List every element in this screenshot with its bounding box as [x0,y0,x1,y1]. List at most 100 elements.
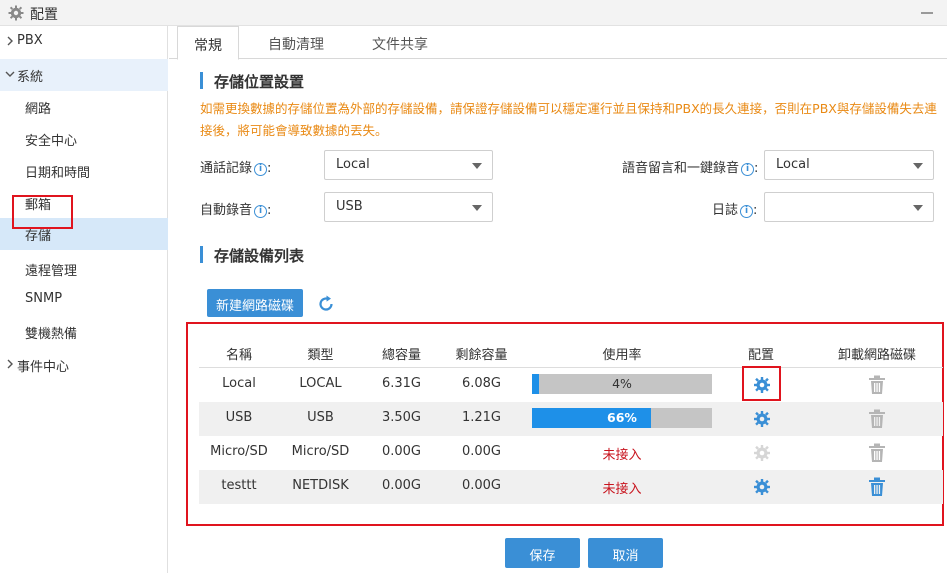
caret-down-icon [472,205,482,211]
chevron-right-icon [7,359,13,369]
sidebar-item-storage[interactable]: 存儲 [0,218,168,250]
usage-bar: 4% [532,374,712,394]
cancel-button[interactable]: 取消 [588,538,663,568]
sidebar-item-label: 日期和時間 [25,166,91,181]
info-icon[interactable]: i [741,163,755,176]
field-label: 語音留言和一鍵錄音 [622,161,740,176]
config-gear-icon[interactable] [753,478,771,496]
config-gear-icon[interactable] [753,376,771,394]
form-label-log: 日誌 i: [712,203,758,218]
sidebar-item-network[interactable]: 網路 [0,91,168,123]
sidebar-item-ha[interactable]: 雙機熱備 [0,316,168,348]
column-header-free: 剩餘容量 [455,348,508,363]
gear-icon [8,5,24,21]
add-network-disk-button[interactable]: 新建網路磁碟 [207,289,303,317]
table-row: USB USB 3.50G 1.21G 66% [199,402,943,436]
cell-type: LOCAL [299,376,342,391]
sidebar-item-label: PBX [17,33,43,48]
sidebar-item-label: 郵箱 [25,198,52,213]
tab-auto-cleanup[interactable]: 自動清理 [251,26,341,59]
info-icon[interactable]: i [254,163,268,176]
select-value: Local [776,157,810,172]
table-row: testtt NETDISK 0.00G 0.00G 未接入 [199,470,943,504]
cell-name: Micro/SD [210,444,268,459]
field-label: 自動錄音 [200,203,253,218]
caret-down-icon [913,163,923,169]
sidebar-item-mailbox[interactable]: 郵箱 [0,187,168,219]
cell-free: 1.21G [461,410,502,425]
column-header-name: 名稱 [225,348,252,363]
sidebar-item-datetime[interactable]: 日期和時間 [0,155,168,187]
config-gear-icon[interactable] [753,410,771,428]
sidebar: PBX 系統 網路 安全中心 日期和時間 郵箱 存儲 遠程管理 SNMP 雙機熱… [0,26,168,573]
call-records-select[interactable]: Local [324,150,493,180]
sidebar-item-remote[interactable]: 遠程管理 [0,253,168,285]
status-not-connected: 未接入 [602,482,642,497]
cell-name: Local [222,376,256,391]
minimize-button[interactable] [921,12,933,14]
chevron-down-icon [5,71,15,77]
sidebar-item-event-center[interactable]: 事件中心 [0,349,168,381]
config-gear-icon [754,445,770,461]
sidebar-item-label: 安全中心 [25,134,78,149]
window-title: 配置 [30,7,58,23]
tab-bar: 常規 自動清理 文件共享 [169,26,947,60]
cell-total: 6.31G [381,376,422,391]
table-row: Local LOCAL 6.31G 6.08G 4% [199,368,943,402]
sidebar-item-label: 存儲 [25,229,52,244]
unmount-trash-icon[interactable] [868,477,886,497]
column-header-usage: 使用率 [602,348,642,363]
cell-total: 0.00G [381,444,422,459]
table-header: 名稱 類型 總容量 剩餘容量 使用率 配置 卸載網路磁碟 [199,336,943,368]
cell-total: 3.50G [381,410,422,425]
auto-record-select[interactable]: USB [324,192,493,222]
cell-name: USB [225,410,253,425]
cell-free: 6.08G [461,376,502,391]
sidebar-item-snmp[interactable]: SNMP [0,284,168,316]
section-title-device-list: 存儲設備列表 [200,245,304,266]
tab-file-share[interactable]: 文件共享 [355,26,445,59]
caret-down-icon [472,163,482,169]
column-header-total: 總容量 [381,348,421,363]
usage-bar: 66% [532,408,712,428]
usage-label: 66% [607,410,637,425]
info-icon[interactable]: i [254,205,268,218]
refresh-icon[interactable] [316,294,336,314]
sidebar-item-security[interactable]: 安全中心 [0,123,168,155]
title-bar: 配置 [0,0,947,26]
warning-text: 如需更換數據的存儲位置為外部的存儲設備，請保證存儲設備可以穩定運行並且保持和PB… [200,101,937,138]
chevron-right-icon [7,36,13,46]
cell-type: Micro/SD [291,444,350,459]
sidebar-item-label: 網路 [25,102,52,117]
section-title-storage-location: 存儲位置設置 [200,71,304,92]
field-label: 通話記錄 [200,161,253,176]
trash-icon [869,375,885,394]
sidebar-item-pbx[interactable]: PBX [0,26,168,58]
usage-label: 4% [612,376,632,391]
select-value: USB [336,199,363,214]
cell-type: USB [307,410,334,425]
save-button[interactable]: 保存 [505,538,580,568]
status-not-connected: 未接入 [602,448,642,463]
form-label-auto-record: 自動錄音 i: [200,203,272,218]
cell-type: NETDISK [292,478,349,493]
sidebar-item-label: 事件中心 [17,360,70,375]
sidebar-item-label: 系統 [17,70,44,85]
log-select[interactable] [764,192,934,222]
form-label-call-records: 通話記錄 i: [200,161,272,176]
tab-general[interactable]: 常規 [177,26,239,60]
sidebar-item-system[interactable]: 系統 [0,59,168,91]
cell-free: 0.00G [461,444,502,459]
select-value: Local [336,157,370,172]
trash-icon [869,443,885,462]
sidebar-item-label: 遠程管理 [25,264,78,279]
column-header-unmount: 卸載網路磁碟 [837,348,916,363]
info-icon[interactable]: i [740,205,754,218]
caret-down-icon [913,205,923,211]
sidebar-item-label: 雙機熱備 [25,327,78,342]
column-header-type: 類型 [307,348,334,363]
column-header-config: 配置 [747,348,774,363]
field-label: 日誌 [712,203,739,218]
voicemail-select[interactable]: Local [764,150,934,180]
cell-total: 0.00G [381,478,422,493]
